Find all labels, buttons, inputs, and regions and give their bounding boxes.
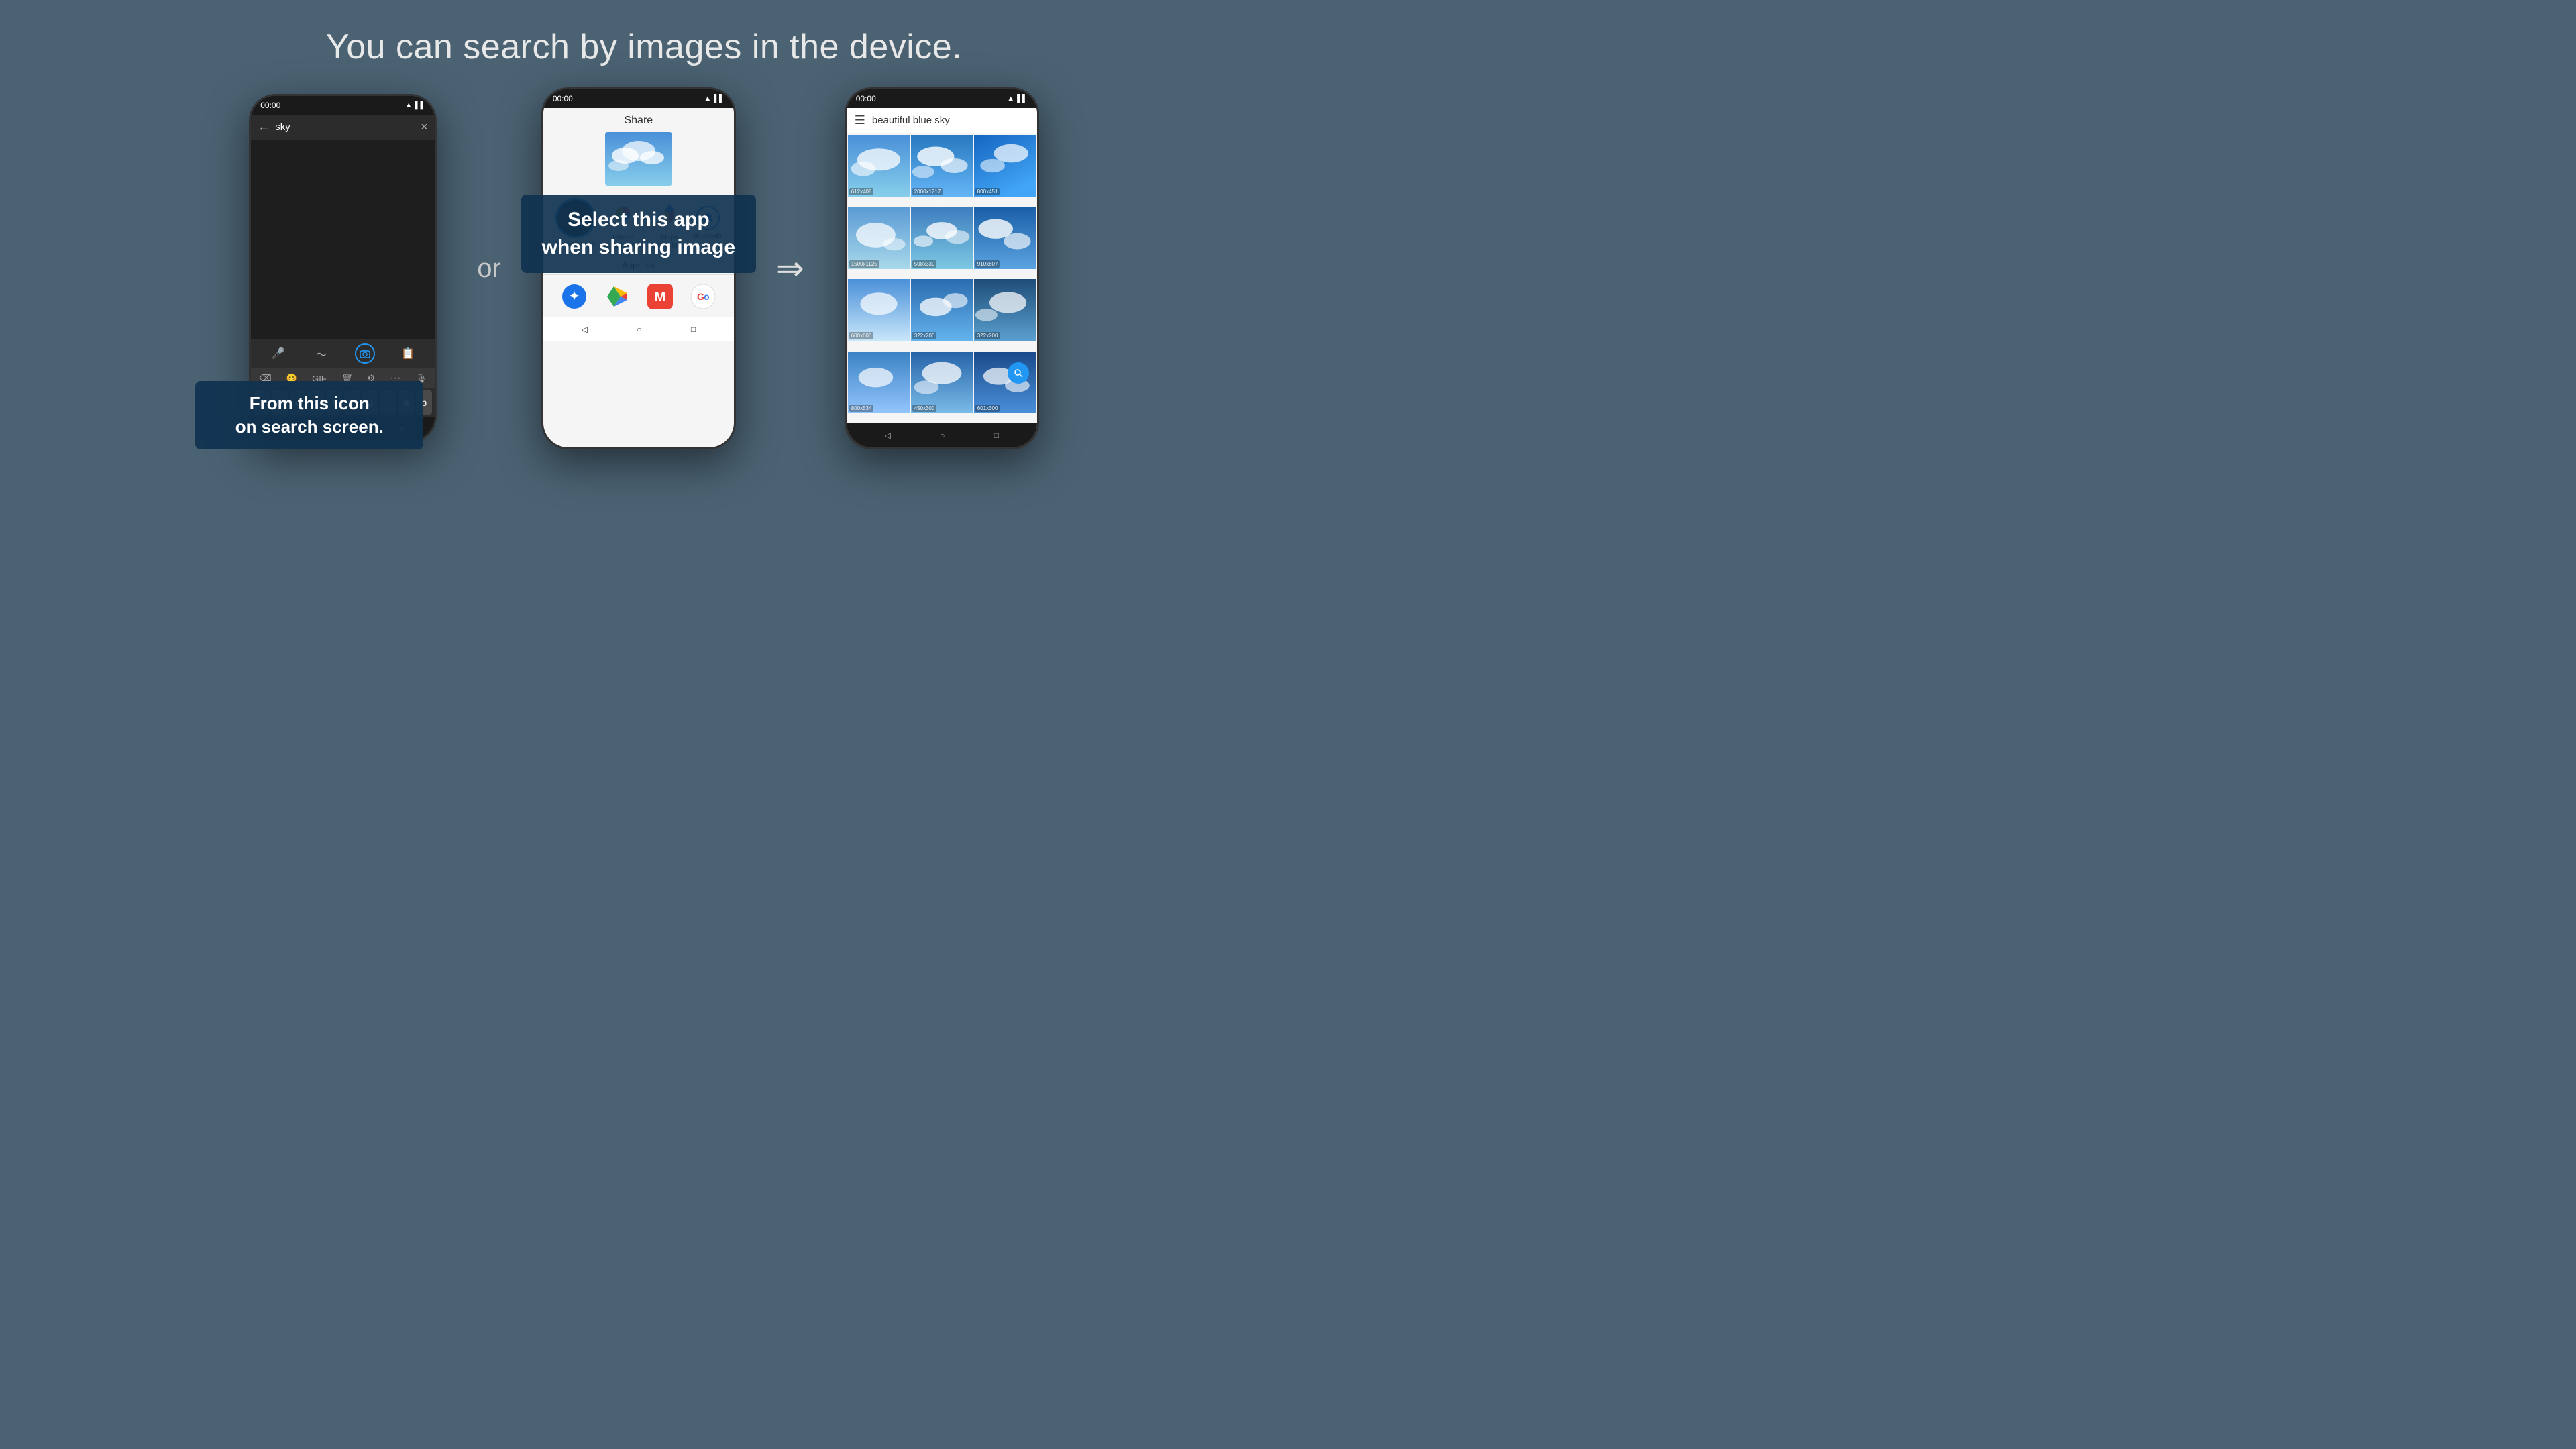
phone2-nav-home[interactable]: ○ — [637, 325, 641, 334]
phone2-callout: Select this app when sharing image — [521, 195, 756, 273]
results-grid: 612x408 2000x1217 — [847, 133, 1037, 423]
results-query-text: beautiful blue sky — [872, 115, 1029, 126]
share-image-area: Share — [543, 108, 734, 190]
phone3-signal-icon: ▌▌ — [1017, 95, 1028, 103]
callout1-line1: From this icon — [250, 393, 370, 413]
arrow-separator: ⇒ — [776, 249, 804, 288]
wifi-icon: ▲ — [405, 101, 413, 109]
phone2-share-sheet: Share — [543, 108, 734, 447]
grid-cell-12[interactable]: 601x300 — [974, 352, 1036, 413]
grid-label-10: 800x534 — [849, 405, 874, 412]
share-title: Share — [624, 115, 653, 127]
grid-cell-7[interactable]: 600x600 — [848, 279, 910, 341]
grid-cell-3[interactable]: 800x451 — [974, 135, 1036, 197]
svg-text:o: o — [704, 291, 710, 302]
phone1-time: 00:00 — [260, 101, 280, 110]
phone3-results-screen: ☰ beautiful blue sky 612x408 — [847, 108, 1037, 447]
phone2-nav-recent[interactable]: □ — [691, 325, 696, 334]
keyboard-icons-row: 🎤 〜 📋 — [251, 339, 435, 368]
phone1-status-icons: ▲ ▌▌ — [405, 101, 425, 109]
grid-cell-9[interactable]: 322x200 — [974, 279, 1036, 341]
phone2-wrapper: 00:00 ▲ ▌▌ Share — [541, 87, 736, 449]
grid-cell-8[interactable]: 322x200 — [911, 279, 973, 341]
back-icon[interactable]: ← — [258, 120, 270, 134]
clear-icon[interactable]: ✕ — [421, 121, 429, 133]
hamburger-icon[interactable]: ☰ — [855, 113, 865, 127]
grid-cell-4[interactable]: 1500x1125 — [848, 207, 910, 269]
image-search-icon[interactable] — [355, 343, 375, 364]
phones-row: 00:00 ▲ ▌▌ ← ✕ — [0, 87, 1288, 449]
grid-label-8: 322x200 — [912, 332, 937, 339]
phone3-nav-bar: ◁ ○ □ — [847, 423, 1037, 447]
phone3-time: 00:00 — [856, 94, 876, 103]
phone3-status-bar: 00:00 ▲ ▌▌ — [847, 89, 1037, 108]
phone3-status-icons: ▲ ▌▌ — [1007, 95, 1027, 103]
grid-cell-6[interactable]: 910x607 — [974, 207, 1036, 269]
svg-text:✦: ✦ — [568, 289, 580, 304]
mic-icon[interactable]: 🎤 — [268, 343, 288, 364]
grid-cell-5[interactable]: 508x339 — [911, 207, 973, 269]
phone3-wifi-icon: ▲ — [1007, 95, 1014, 103]
phone1-callout: From this icon on search screen. — [195, 381, 423, 449]
phone2-nav-bar: ◁ ○ □ — [543, 317, 734, 341]
callout2-line1: Select this app — [568, 209, 710, 231]
page-title: You can search by images in the device. — [326, 27, 962, 67]
phone2-status-icons: ▲ ▌▌ — [704, 95, 724, 103]
extra-app-1[interactable]: ✦ — [559, 282, 589, 311]
grid-label-3: 800x451 — [975, 188, 1000, 195]
svg-text:M: M — [654, 290, 665, 305]
callout1-line2: on search screen. — [235, 417, 384, 437]
phone2-nav-back[interactable]: ◁ — [582, 325, 588, 334]
grid-cell-11[interactable]: 450x300 — [911, 352, 973, 413]
grid-label-5: 508x339 — [912, 260, 937, 268]
phone3-nav-home[interactable]: ○ — [940, 431, 945, 440]
results-toolbar: ☰ beautiful blue sky — [847, 108, 1037, 133]
phone2-status-bar: 00:00 ▲ ▌▌ — [543, 89, 734, 108]
grid-label-1: 612x408 — [849, 188, 874, 195]
grid-cell-1[interactable]: 612x408 — [848, 135, 910, 197]
trend-icon[interactable]: 〜 — [311, 343, 331, 364]
extra-app-4[interactable]: G o — [688, 282, 718, 311]
grid-label-12: 601x300 — [975, 405, 1000, 412]
grid-label-6: 910x607 — [975, 260, 1000, 268]
phone3-nav-back[interactable]: ◁ — [884, 431, 890, 440]
clipboard-icon[interactable]: 📋 — [398, 343, 418, 364]
grid-label-2: 2000x1217 — [912, 188, 943, 195]
phone3-wrapper: 00:00 ▲ ▌▌ ☰ beautiful blue sky — [845, 87, 1039, 449]
search-content-area — [251, 140, 435, 339]
search-fab[interactable] — [1008, 362, 1029, 384]
or-separator: or — [477, 254, 501, 284]
callout2-line2: when sharing image — [542, 236, 735, 258]
phone1-wrapper: 00:00 ▲ ▌▌ ← ✕ — [249, 94, 437, 443]
share-image-thumbnail — [605, 132, 672, 186]
grid-label-11: 450x300 — [912, 405, 937, 412]
phone2-wifi-icon: ▲ — [704, 95, 711, 103]
extra-app-3[interactable]: M — [645, 282, 675, 311]
signal-icon: ▌▌ — [415, 101, 426, 109]
grid-label-4: 1500x1125 — [849, 260, 879, 268]
grid-cell-2[interactable]: 2000x1217 — [911, 135, 973, 197]
grid-label-7: 600x600 — [849, 332, 874, 339]
phone2-signal-icon: ▌▌ — [714, 95, 724, 103]
grid-cell-10[interactable]: 800x534 — [848, 352, 910, 413]
phone1-status-bar: 00:00 ▲ ▌▌ — [251, 96, 435, 115]
phone3-frame: 00:00 ▲ ▌▌ ☰ beautiful blue sky — [845, 87, 1039, 449]
phone1-search-bar[interactable]: ← ✕ — [251, 115, 435, 140]
grid-label-9: 322x200 — [975, 332, 1000, 339]
search-input[interactable] — [275, 121, 415, 133]
phone3-nav-recent[interactable]: □ — [994, 431, 999, 440]
extra-app-2[interactable] — [602, 282, 632, 311]
more-apps-row: ✦ M — [543, 276, 734, 317]
phone2-time: 00:00 — [553, 94, 573, 103]
